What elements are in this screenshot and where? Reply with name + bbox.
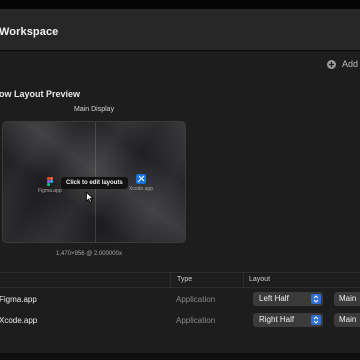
column-header-layout[interactable]: Layout <box>249 276 270 283</box>
app-type-cell: Application <box>176 316 216 325</box>
table-row[interactable]: Figma.app Application Left Half Main <box>0 290 360 311</box>
preview-app-name: Xcode.app <box>129 186 153 192</box>
layout-select-value: Right Half <box>259 315 295 324</box>
column-separator <box>170 273 171 288</box>
edit-layouts-hint[interactable]: Click to edit layouts <box>61 177 128 189</box>
layout-select-value: Left Half <box>259 294 289 303</box>
layout-select[interactable]: Right Half <box>253 313 323 327</box>
plus-icon <box>327 59 336 69</box>
preview-app-figma: Figma.app <box>38 176 62 194</box>
display-select[interactable]: Main <box>334 292 360 306</box>
select-arrows-icon <box>311 294 321 304</box>
window-title: Workspace <box>0 26 59 38</box>
add-button-label: Add <box>342 59 359 69</box>
table-header: Type Layout <box>0 272 360 288</box>
preview-app-name: Figma.app <box>38 188 62 194</box>
display-select[interactable]: Main <box>334 313 360 327</box>
section-title: ow Layout Preview <box>0 89 81 99</box>
window-titlebar: Workspace <box>0 9 360 51</box>
app-name-cell: Xcode.app <box>0 316 38 325</box>
select-arrows-icon <box>311 315 321 325</box>
window-bottom-edge <box>0 353 360 360</box>
pointer-cursor-icon <box>86 190 95 208</box>
app-name-cell: Figma.app <box>0 295 37 304</box>
display-select-value: Main <box>339 294 357 303</box>
figma-icon <box>45 176 55 186</box>
app-type-cell: Application <box>176 295 216 304</box>
display-resolution: 1,470×956 @ 2.000000x <box>56 251 122 257</box>
display-label: Main Display <box>74 106 115 113</box>
table-row[interactable]: Xcode.app Application Right Half Main <box>0 311 360 332</box>
screen-top-edge <box>0 0 360 9</box>
xcode-icon <box>135 174 146 184</box>
display-select-value: Main <box>339 315 357 324</box>
add-button[interactable]: Add <box>327 59 358 69</box>
column-separator <box>243 273 244 288</box>
preview-app-xcode: Xcode.app <box>129 174 153 192</box>
layout-select[interactable]: Left Half <box>253 292 323 306</box>
layout-preview[interactable]: Figma.app Xcode.app Click to edit layout… <box>2 121 186 243</box>
column-header-type[interactable]: Type <box>177 276 192 283</box>
